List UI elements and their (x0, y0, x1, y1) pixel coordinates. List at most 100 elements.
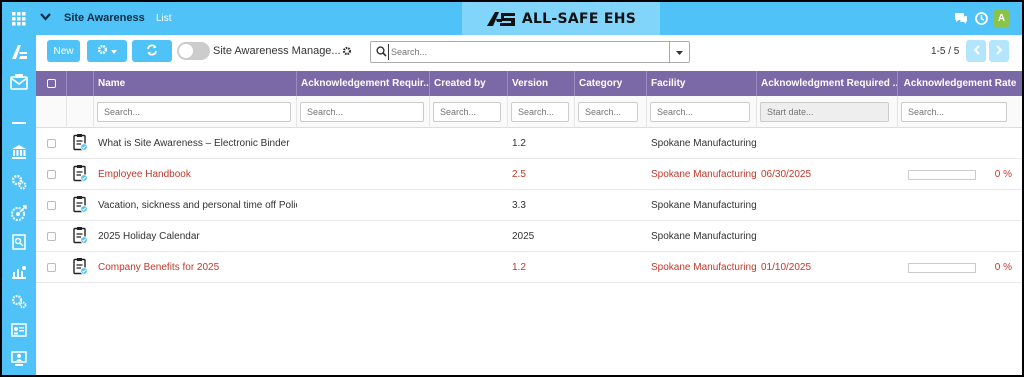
row-category (575, 159, 647, 190)
mail-icon[interactable] (9, 72, 29, 92)
report-icon[interactable] (9, 232, 29, 252)
caret-down-icon (676, 47, 683, 58)
row-select-cell (36, 252, 67, 283)
row-icon-cell (67, 128, 94, 159)
row-rate (898, 221, 1022, 252)
apps-grid-icon[interactable] (9, 9, 29, 29)
row-name: Employee Handbook (98, 169, 191, 180)
row-checkbox[interactable] (47, 201, 56, 210)
prev-page-button[interactable] (966, 40, 986, 62)
bank-icon[interactable] (9, 142, 29, 162)
row-facility: Spokane Manufacturing (651, 169, 757, 180)
row-checkbox[interactable] (47, 170, 56, 179)
filter-cell (898, 96, 1022, 128)
facility-filter-input[interactable] (650, 102, 750, 122)
row-facility: Spokane Manufacturing (651, 200, 757, 211)
category-filter-input[interactable] (578, 102, 638, 122)
row-created-by (430, 190, 508, 221)
row-facility: Spokane Manufacturing (651, 262, 757, 273)
row-checkbox[interactable] (47, 232, 56, 241)
row-ack-required (297, 159, 430, 190)
row-category (575, 252, 647, 283)
gears-icon[interactable] (9, 172, 29, 192)
divider-icon (9, 113, 29, 133)
row-checkbox[interactable] (47, 263, 56, 272)
row-ack-date: 01/10/2025 (761, 262, 812, 273)
target-gear-icon[interactable] (9, 203, 29, 223)
column-header-acknowledgement-required[interactable]: Acknowledgement Requir... (297, 71, 430, 96)
row-name: 2025 Holiday Calendar (98, 231, 200, 242)
view-toggle[interactable] (177, 42, 210, 60)
row-facility: Spokane Manufacturing (651, 231, 757, 242)
row-select-cell (36, 221, 67, 252)
row-rate: 0 % (898, 252, 1022, 283)
column-header-category[interactable]: Category (575, 71, 647, 96)
filter-spacer (36, 96, 67, 128)
row-ack-required (297, 128, 430, 159)
rate-filter-input[interactable] (901, 102, 1007, 122)
table-row[interactable]: What is Site Awareness – Electronic Bind… (36, 128, 1022, 159)
top-bar: Site Awareness List ALL-SAFE EHS A (36, 2, 1022, 35)
search-box (370, 41, 690, 63)
row-select-cell (36, 128, 67, 159)
table-row[interactable]: Company Benefits for 2025 1.2 Spokane Manu… (36, 252, 1022, 283)
filter-cell (94, 96, 297, 128)
icon-column-header (67, 71, 94, 96)
row-ack-required (297, 252, 430, 283)
acknowledgement-progress-bar (908, 262, 976, 273)
filter-row (36, 96, 1022, 128)
row-ack-date (757, 128, 898, 159)
column-header-version[interactable]: Version (508, 71, 575, 96)
next-page-button[interactable] (989, 40, 1009, 62)
acknowledgement-rate-value: 0 % (994, 169, 1012, 180)
column-header-created-by[interactable]: Created by (430, 71, 508, 96)
id-card-icon[interactable] (9, 320, 29, 340)
column-header-acknowledgment-required-date[interactable]: Acknowledgment Required ... (757, 71, 898, 96)
clock-icon[interactable] (975, 12, 988, 28)
row-category (575, 190, 647, 221)
acknowledgement-progress-bar (908, 169, 976, 180)
name-filter-input[interactable] (97, 102, 291, 122)
ack-required-filter-input[interactable] (300, 102, 424, 122)
new-button[interactable]: New (47, 40, 80, 62)
select-all-checkbox[interactable] (46, 79, 56, 88)
row-select-cell (36, 190, 67, 221)
table-row[interactable]: Vacation, sickness and personal time off… (36, 190, 1022, 221)
row-ack-required (297, 190, 430, 221)
logo-icon[interactable] (9, 42, 29, 62)
column-header-name[interactable]: Name (94, 71, 297, 96)
row-icon-cell (67, 190, 94, 221)
column-header-acknowledgement-rate[interactable]: Acknowledgement Rate (898, 71, 1022, 96)
created-by-filter-input[interactable] (433, 102, 501, 122)
filter-cell (430, 96, 508, 128)
row-checkbox[interactable] (47, 139, 56, 148)
monitor-user-icon[interactable] (9, 349, 29, 369)
people-chart-icon[interactable] (9, 262, 29, 282)
chevron-down-icon[interactable] (40, 13, 51, 24)
brand-banner: ALL-SAFE EHS (462, 2, 660, 35)
row-name: Vacation, sickness and personal time off… (98, 200, 297, 211)
clipboard-check-icon (73, 226, 88, 247)
refresh-button[interactable] (132, 40, 172, 62)
row-created-by (430, 159, 508, 190)
chat-icon[interactable] (954, 12, 968, 28)
row-ack-required (297, 221, 430, 252)
ack-date-filter-input[interactable] (760, 102, 889, 122)
settings-menu-button[interactable] (87, 40, 127, 62)
view-label[interactable]: List (156, 13, 172, 24)
search-input[interactable] (388, 44, 666, 60)
avatar[interactable]: A (993, 10, 1010, 27)
filter-cell (297, 96, 430, 128)
clipboard-check-icon (73, 195, 88, 216)
table-row[interactable]: 2025 Holiday Calendar 2025 Spokane Manufac… (36, 221, 1022, 252)
row-category (575, 128, 647, 159)
cog-icon[interactable] (342, 46, 352, 59)
settings-icon[interactable] (9, 291, 29, 311)
version-filter-input[interactable] (511, 102, 569, 122)
search-dropdown-button[interactable] (669, 42, 689, 62)
filter-cell (575, 96, 647, 128)
row-icon-cell (67, 221, 94, 252)
clipboard-check-icon (73, 164, 88, 185)
column-header-facility[interactable]: Facility (647, 71, 757, 96)
table-row[interactable]: Employee Handbook 2.5 Spokane Manufacturin… (36, 159, 1022, 190)
